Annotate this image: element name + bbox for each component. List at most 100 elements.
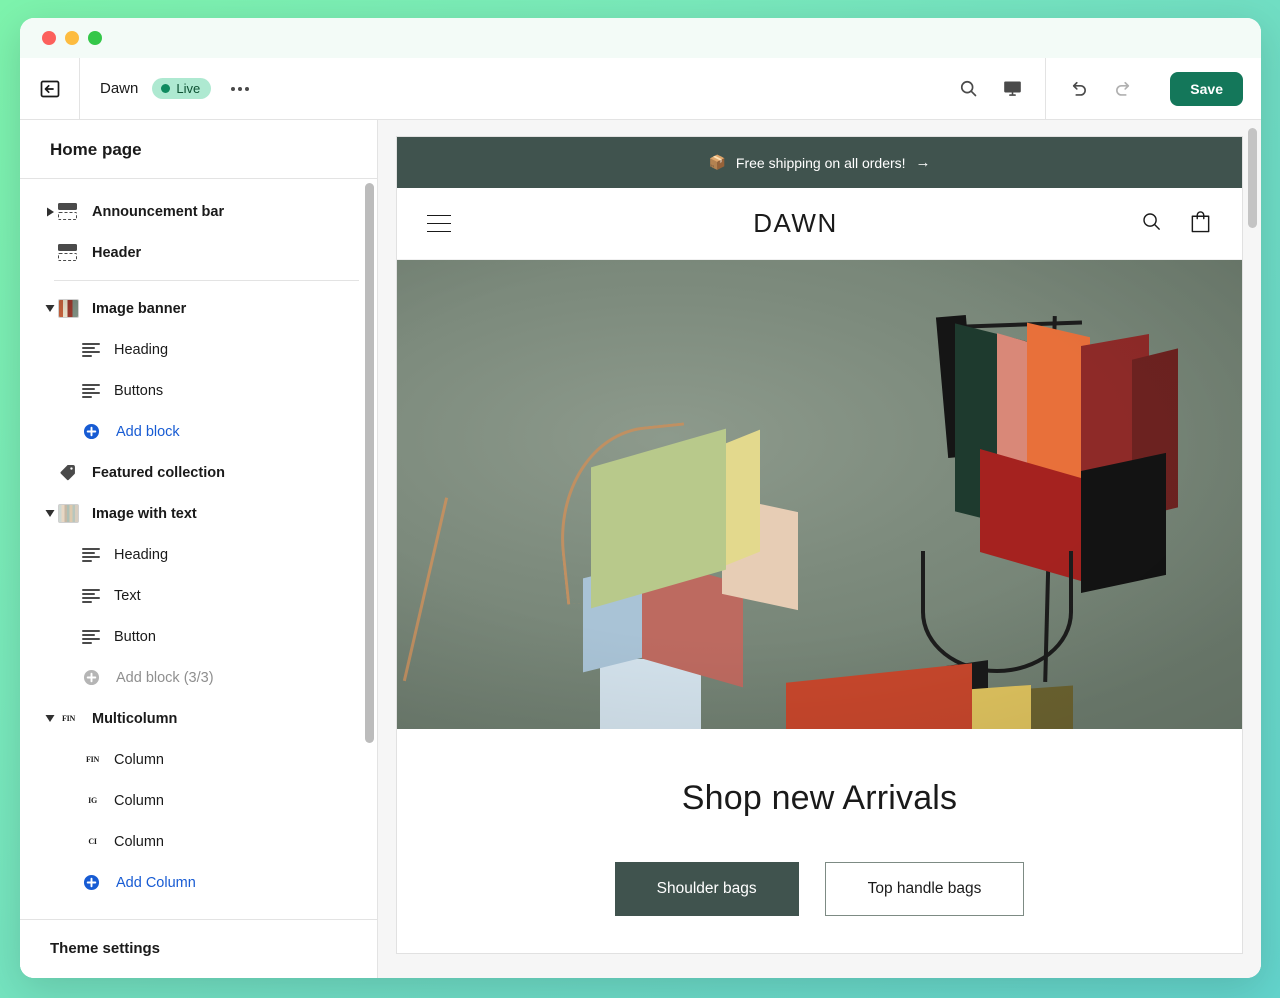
item-icon-wrap: IG — [82, 791, 106, 810]
column-thumbnail-icon: IG — [82, 791, 103, 810]
item-icon-wrap — [82, 547, 106, 562]
shoulder-bags-button[interactable]: Shoulder bags — [614, 862, 799, 916]
sidebar-item-add-block[interactable]: Add block — [36, 411, 367, 452]
text-lines-icon — [82, 629, 100, 644]
sidebar-item-heading[interactable]: Heading — [36, 329, 367, 370]
item-icon-wrap — [58, 504, 84, 523]
sidebar-item-add-column[interactable]: Add Column — [36, 862, 367, 903]
expand-toggle[interactable] — [42, 509, 58, 518]
sidebar-item-label: Column — [114, 751, 164, 768]
sidebar-item-column[interactable]: CI Column — [36, 821, 367, 862]
section-list: Announcement bar Header Image banner Headin… — [20, 191, 377, 903]
more-dot — [231, 86, 236, 91]
sidebar-item-text[interactable]: Text — [36, 575, 367, 616]
hamburger-icon[interactable] — [427, 214, 451, 233]
sidebar-item-label: Image with text — [92, 505, 197, 522]
announcement-text: Free shipping on all orders! — [735, 154, 906, 171]
chevron-down-icon — [45, 715, 55, 722]
plus-circle-icon — [82, 422, 101, 441]
hero-vignette — [397, 260, 1242, 729]
sidebar-scrollbar-track[interactable] — [365, 179, 374, 919]
more-options-button[interactable] — [225, 79, 255, 99]
undo-icon — [1073, 81, 1087, 96]
shopping-bag-icon — [1191, 210, 1210, 232]
announcement-bar[interactable]: 📦 Free shipping on all orders! → — [397, 137, 1242, 188]
arrow-right-icon: → — [915, 154, 931, 171]
storefront-search-button[interactable] — [1140, 210, 1163, 238]
chevron-down-icon — [45, 305, 55, 312]
hero-image[interactable] — [397, 260, 1242, 729]
more-dot — [245, 86, 250, 91]
sidebar-header: Home page — [20, 120, 377, 179]
sidebar-item-buttons[interactable]: Buttons — [36, 370, 367, 411]
preview-area: 📦 Free shipping on all orders! → DAWN Sh… — [378, 120, 1261, 978]
item-icon-wrap — [58, 463, 84, 482]
editor-toolbar: Dawn Live Save — [20, 58, 1261, 120]
storefront-header[interactable]: DAWN — [397, 188, 1242, 260]
tag-icon — [58, 463, 77, 482]
page-title: Home page — [50, 140, 142, 159]
sidebar-item-label: Text — [114, 587, 141, 604]
status-badge-label: Live — [176, 81, 201, 96]
redo-button[interactable] — [1106, 72, 1140, 106]
expand-toggle[interactable] — [42, 207, 58, 217]
hero-content: Shop new Arrivals Shoulder bags Top hand… — [397, 729, 1242, 953]
toolbar-view-group — [935, 58, 1045, 119]
plus-circle-icon — [82, 668, 101, 687]
top-handle-bags-button[interactable]: Top handle bags — [824, 862, 1025, 916]
maximize-window-button[interactable] — [88, 31, 102, 45]
storefront-header-icons — [1140, 209, 1212, 239]
sidebar-item-image-with-text[interactable]: Image with text — [36, 493, 367, 534]
sidebar-item-add-block-3-3[interactable]: Add block (3/3) — [36, 657, 367, 698]
chevron-down-icon — [45, 510, 55, 517]
sidebar-item-header[interactable]: Header — [36, 232, 367, 273]
text-lines-icon — [82, 588, 100, 603]
preview-scrollbar-track[interactable] — [1248, 128, 1257, 970]
sidebar-item-label: Featured collection — [92, 464, 225, 481]
device-preview-button[interactable] — [995, 72, 1029, 106]
sidebar-scrollbar-thumb[interactable] — [365, 183, 374, 743]
sidebar-item-label: Column — [114, 792, 164, 809]
sidebar-item-multicolumn[interactable]: FIN Multicolumn — [36, 698, 367, 739]
storefront-cart-button[interactable] — [1189, 209, 1212, 239]
text-lines-icon — [82, 342, 100, 357]
text-lines-icon — [82, 547, 100, 562]
sidebar-item-column[interactable]: FIN Column — [36, 739, 367, 780]
window-titlebar — [20, 18, 1261, 58]
item-icon-wrap — [82, 668, 108, 687]
column-thumbnail-icon: FIN — [82, 750, 103, 769]
editor-body: Home page Announcement bar Header Image ba… — [20, 120, 1261, 978]
live-status-dot — [161, 84, 171, 93]
store-logo[interactable]: DAWN — [451, 208, 1140, 239]
expand-toggle[interactable] — [42, 714, 58, 723]
sidebar-item-announcement-bar[interactable]: Announcement bar — [36, 191, 367, 232]
close-window-button[interactable] — [42, 31, 56, 45]
sidebar-item-featured-collection[interactable]: Featured collection — [36, 452, 367, 493]
status-badge: Live — [152, 78, 212, 99]
item-icon-wrap — [82, 342, 106, 357]
item-icon-wrap — [82, 629, 106, 644]
sidebar-item-label: Announcement bar — [92, 203, 225, 220]
sidebar-scroll-area: Announcement bar Header Image banner Headin… — [20, 179, 377, 919]
sidebar-item-image-banner[interactable]: Image banner — [36, 288, 367, 329]
item-icon-wrap — [82, 383, 106, 398]
sidebar-item-label: Buttons — [114, 382, 164, 399]
back-button[interactable] — [20, 58, 80, 119]
item-icon-wrap: FIN — [82, 750, 106, 769]
package-emoji-icon: 📦 — [708, 154, 726, 170]
theme-name: Dawn — [100, 80, 139, 97]
image-thumbnail-icon — [58, 299, 79, 318]
search-button[interactable] — [951, 72, 985, 106]
sidebar-item-button[interactable]: Button — [36, 616, 367, 657]
sidebar-item-column[interactable]: IG Column — [36, 780, 367, 821]
undo-button[interactable] — [1062, 72, 1096, 106]
item-icon-wrap: FIN — [58, 709, 84, 728]
expand-toggle[interactable] — [42, 304, 58, 313]
preview-scrollbar-thumb[interactable] — [1248, 128, 1257, 228]
sidebar-item-label: Header — [92, 244, 142, 261]
sidebar-item-heading[interactable]: Heading — [36, 534, 367, 575]
theme-settings-button[interactable]: Theme settings — [20, 919, 377, 978]
search-icon — [960, 80, 977, 97]
minimize-window-button[interactable] — [65, 31, 79, 45]
save-button[interactable]: Save — [1170, 71, 1243, 106]
